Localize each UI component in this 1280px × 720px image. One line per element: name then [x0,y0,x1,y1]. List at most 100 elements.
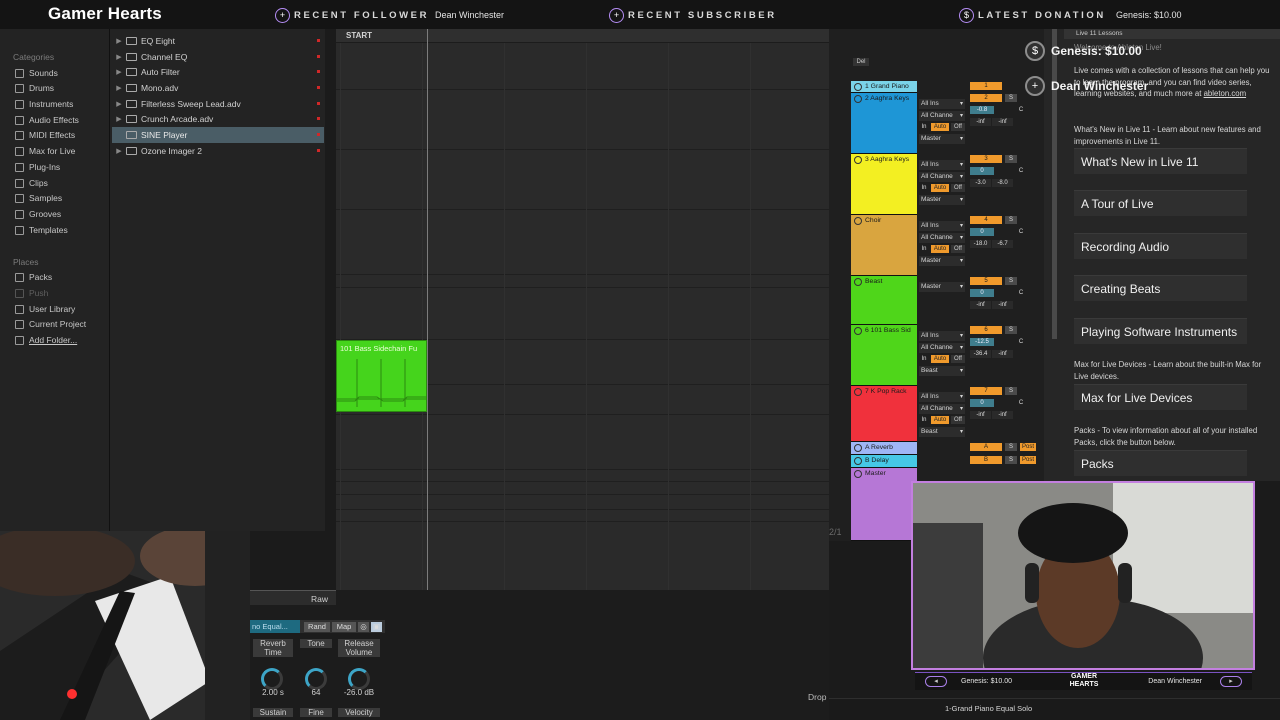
monitor-in-button[interactable]: In [919,355,929,363]
mixer-track[interactable]: B Delay [851,455,917,468]
input-type-select[interactable]: All Ins [919,221,965,231]
monitor-auto-button[interactable]: Auto [931,416,949,424]
solo-button[interactable]: S [1005,456,1017,464]
category-drums[interactable]: Drums [15,81,54,95]
category-templates[interactable]: Templates [15,223,68,237]
solo-button[interactable]: S [1005,94,1017,102]
track-activator[interactable]: 4 [970,216,1002,224]
track-fold-icon[interactable] [854,327,862,335]
track-fold-icon[interactable] [854,95,862,103]
monitor-off-button[interactable]: Off [951,123,965,131]
rand-button[interactable]: Rand [304,622,330,632]
lesson-recording-audio-button[interactable]: Recording Audio [1074,233,1247,259]
track-fold-icon[interactable] [854,444,862,452]
place-current-project[interactable]: Current Project [15,317,86,331]
track-fold-icon[interactable] [854,217,862,225]
monitor-off-button[interactable]: Off [951,416,965,424]
lesson-whats-new-button[interactable]: What's New in Live 11 [1074,148,1247,174]
mixer-track[interactable]: Choir [851,215,917,276]
volume-value[interactable]: -18.0 [970,240,991,248]
map-button[interactable]: Map [332,622,356,632]
input-channel-select[interactable]: All Channe [919,404,965,414]
lesson-tour-button[interactable]: A Tour of Live [1074,190,1247,216]
category-midi-effects[interactable]: MIDI Effects [15,128,75,142]
start-locator[interactable]: START [336,29,829,43]
tone-knob[interactable] [305,668,327,690]
release-volume-knob[interactable] [348,668,370,690]
track-fold-icon[interactable] [854,457,862,465]
browser-item[interactable]: ▶ Ozone Imager 2 [112,143,324,159]
expand-triangle-icon[interactable]: ▶ [112,147,126,155]
input-type-select[interactable]: All Ins [919,160,965,170]
monitor-auto-button[interactable]: Auto [931,355,949,363]
solo-button[interactable]: S [1005,443,1017,451]
del-button[interactable]: Del [853,58,869,66]
pan-value[interactable]: 0 [970,399,994,407]
ableton-link[interactable]: ableton.com [1204,89,1246,98]
track-activator[interactable]: 3 [970,155,1002,163]
monitor-off-button[interactable]: Off [951,184,965,192]
lesson-creating-beats-button[interactable]: Creating Beats [1074,275,1247,301]
browser-item[interactable]: ▶ Mono.adv [112,80,324,96]
pan-value[interactable]: -12.5 [970,338,994,346]
monitor-off-button[interactable]: Off [951,245,965,253]
track-activator[interactable]: 5 [970,277,1002,285]
category-sounds[interactable]: Sounds [15,66,58,80]
volume-value[interactable]: -36.4 [970,350,991,358]
track-fold-icon[interactable] [854,470,862,478]
solo-button[interactable]: S [1005,326,1017,334]
place-push[interactable]: Push [15,286,48,300]
category-max-for-live[interactable]: Max for Live [15,144,75,158]
place-user-library[interactable]: User Library [15,302,75,316]
volume-value[interactable]: -3.0 [970,179,991,187]
track-activator[interactable]: 2 [970,94,1002,102]
track-activator[interactable]: B [970,456,1002,464]
monitor-off-button[interactable]: Off [951,355,965,363]
input-channel-select[interactable]: All Channe [919,233,965,243]
volume-value[interactable]: -inf [970,301,991,309]
browser-item[interactable]: ▶ EQ Eight [112,33,324,49]
mixer-track[interactable]: 1 Grand Piano [851,81,917,93]
category-audio-effects[interactable]: Audio Effects [15,113,79,127]
track-fold-icon[interactable] [854,278,862,286]
solo-button[interactable]: S [1005,155,1017,163]
mixer-track[interactable]: Beast [851,276,917,325]
pan-value[interactable]: 0 [970,289,994,297]
mixer-track[interactable]: Master [851,468,917,541]
category-plug-ins[interactable]: Plug-Ins [15,160,60,174]
mixer-track[interactable]: 6 101 Bass Sid [851,325,917,386]
input-channel-select[interactable]: All Channe [919,111,965,121]
track-activator[interactable]: 6 [970,326,1002,334]
arrangement-view[interactable]: START 101 Bass Sidechain Fu 0:000:100:20… [336,29,829,621]
monitor-auto-button[interactable]: Auto [931,245,949,253]
mixer-track[interactable]: 7 K Pop Rack [851,386,917,442]
device-name[interactable]: no Equal... [250,620,300,633]
post-button[interactable]: Post [1020,456,1036,464]
device-save-icon[interactable]: ▣ [371,622,382,632]
solo-button[interactable]: S [1005,277,1017,285]
output-select[interactable]: Master [919,195,965,205]
volume-value[interactable]: -inf [970,118,991,126]
monitor-auto-button[interactable]: Auto [931,184,949,192]
input-type-select[interactable]: Master [919,282,965,292]
mixer-track[interactable]: A Reverb [851,442,917,455]
monitor-auto-button[interactable]: Auto [931,123,949,131]
output-select[interactable]: Master [919,134,965,144]
pan-value[interactable]: 0 [970,228,994,236]
monitor-in-button[interactable]: In [919,184,929,192]
track-activator[interactable]: 7 [970,387,1002,395]
browser-item[interactable]: ▶ Auto Filter [112,64,324,80]
input-type-select[interactable]: All Ins [919,99,965,109]
input-channel-select[interactable]: All Channe [919,172,965,182]
browser-item[interactable]: ▶ Filterless Sweep Lead.adv [112,96,324,112]
raw-bar[interactable]: Raw [250,590,336,605]
pan-value[interactable]: -0.8 [970,106,994,114]
track-fold-icon[interactable] [854,156,862,164]
solo-button[interactable]: S [1005,216,1017,224]
midi-clip[interactable]: 101 Bass Sidechain Fu [336,340,428,412]
input-type-select[interactable]: All Ins [919,392,965,402]
place-packs[interactable]: Packs [15,270,52,284]
category-clips[interactable]: Clips [15,176,48,190]
pan-value[interactable]: 0 [970,167,994,175]
input-channel-select[interactable]: All Channe [919,343,965,353]
